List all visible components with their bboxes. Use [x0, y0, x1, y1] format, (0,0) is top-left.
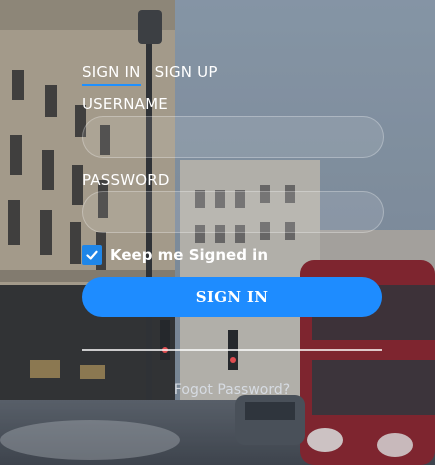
username-label: USERNAME — [82, 95, 168, 113]
divider — [82, 349, 382, 351]
username-input[interactable] — [82, 116, 384, 158]
auth-tabs: SIGN IN SIGN UP — [82, 63, 218, 86]
tab-sign-up[interactable]: SIGN UP — [155, 63, 218, 86]
password-input[interactable] — [82, 191, 384, 233]
tab-sign-in[interactable]: SIGN IN — [82, 63, 141, 86]
keep-signed-in-checkbox[interactable]: Keep me Signed in — [82, 245, 268, 265]
sign-in-button[interactable]: SIGN IN — [82, 277, 382, 317]
password-label: PASSWORD — [82, 171, 170, 189]
forgot-password-link[interactable]: Fogot Password? — [82, 382, 382, 398]
keep-signed-in-label: Keep me Signed in — [110, 246, 269, 264]
login-form: SIGN IN SIGN UP USERNAME PASSWORD Keep m… — [0, 0, 435, 465]
checkbox-checked-icon[interactable] — [82, 245, 102, 265]
